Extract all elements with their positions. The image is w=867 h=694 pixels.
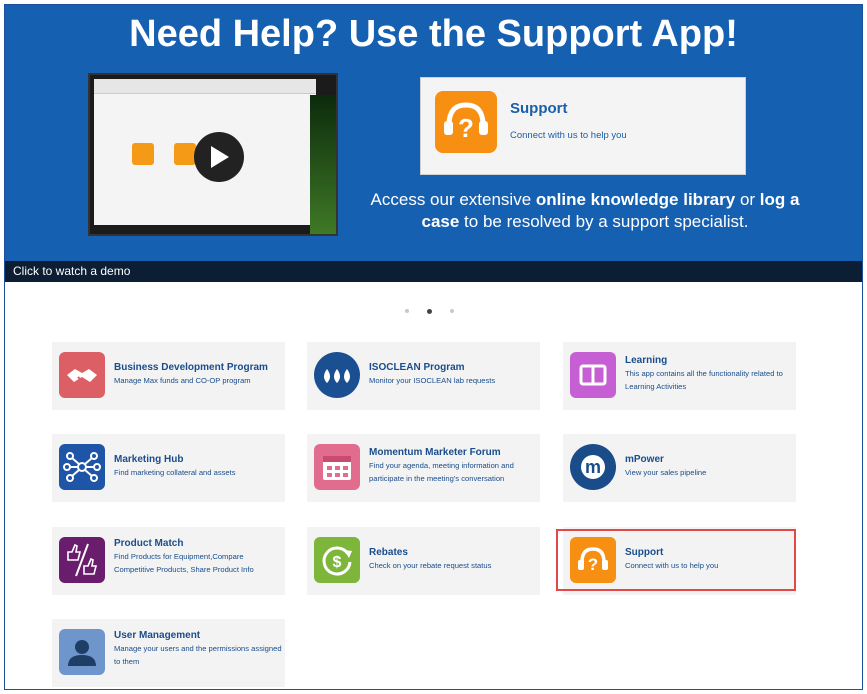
carousel-dots (405, 309, 454, 314)
svg-text:m: m (585, 457, 601, 477)
video-mini-tile (174, 143, 196, 165)
svg-text:?: ? (458, 113, 474, 143)
app-tile-marketing-hub[interactable]: Marketing Hub Find marketing collateral … (52, 434, 285, 502)
thumbs-compare-icon (59, 537, 105, 583)
app-tile-description: Find Products for Equipment,Compare Comp… (114, 552, 254, 574)
app-tile-momentum-forum[interactable]: Momentum Marketer Forum Find your agenda… (307, 434, 540, 502)
mpower-logo-icon: m (570, 444, 616, 490)
svg-text:$: $ (333, 554, 342, 571)
app-tile-description: View your sales pipeline (625, 468, 707, 477)
app-tile-title: ISOCLEAN Program (369, 362, 465, 373)
app-tile-description: This app contains all the functionality … (625, 369, 783, 391)
banner-text-part: or (735, 190, 760, 209)
app-tile-title: Momentum Marketer Forum (369, 447, 501, 458)
video-caption[interactable]: Click to watch a demo (5, 261, 862, 282)
knowledge-library-link: online knowledge library (535, 190, 736, 209)
app-tile-isoclean[interactable]: ISOCLEAN Program Monitor your ISOCLEAN l… (307, 342, 540, 410)
app-tile-product-match[interactable]: Product Match Find Products for Equipmen… (52, 527, 285, 595)
support-card[interactable]: ? Support Connect with us to help you (420, 77, 746, 175)
carousel-dot-active[interactable] (427, 309, 432, 314)
user-icon (59, 629, 105, 675)
app-tile-title: Marketing Hub (114, 454, 184, 465)
banner-text-part: Access our extensive (370, 190, 536, 209)
app-tile-description: Find your agenda, meeting information an… (369, 461, 514, 483)
app-tile-learning[interactable]: Learning This app contains all the funct… (563, 342, 796, 410)
app-tile-mpower[interactable]: m mPower View your sales pipeline (563, 434, 796, 502)
support-tile-highlight (556, 529, 796, 591)
carousel-dot[interactable] (405, 309, 409, 313)
demo-video[interactable] (88, 73, 338, 236)
book-icon (570, 352, 616, 398)
app-tile-description: Monitor your ISOCLEAN lab requests (369, 376, 496, 385)
app-tile-title: User Management (114, 630, 201, 641)
video-background-strip (310, 95, 336, 234)
banner-description: Access our extensive online knowledge li… (360, 189, 810, 233)
app-tile-business-development[interactable]: Business Development Program Manage Max … (52, 342, 285, 410)
support-banner: Need Help? Use the Support App! ? Suppor… (5, 5, 862, 261)
network-icon (59, 444, 105, 490)
banner-title: Need Help? Use the Support App! (129, 13, 738, 55)
app-tile-title: Rebates (369, 547, 408, 558)
water-drops-icon (314, 352, 360, 398)
app-tile-user-management[interactable]: User Management Manage your users and th… (52, 619, 285, 687)
carousel-dot[interactable] (450, 309, 454, 313)
handshake-icon (59, 352, 105, 398)
app-tile-description: Manage Max funds and CO-OP program (114, 376, 251, 385)
video-browser-bar (94, 79, 316, 94)
headset-question-icon: ? (435, 91, 497, 153)
video-mini-tile (132, 143, 154, 165)
app-tile-description: Check on your rebate request status (369, 561, 492, 570)
calendar-icon (314, 444, 360, 490)
app-tile-description: Manage your users and the permissions as… (114, 644, 282, 666)
app-tile-rebates[interactable]: $ Rebates Check on your rebate request s… (307, 527, 540, 595)
app-tile-title: Business Development Program (114, 362, 268, 373)
support-card-description: Connect with us to help you (510, 130, 627, 141)
app-tile-title: Learning (625, 355, 668, 366)
app-tile-title: Product Match (114, 538, 184, 549)
banner-text-part: to be resolved by a support specialist. (459, 212, 749, 231)
app-tile-description: Find marketing collateral and assets (114, 468, 236, 477)
support-card-title: Support (510, 100, 568, 117)
play-icon[interactable] (194, 132, 244, 182)
dollar-refresh-icon: $ (314, 537, 360, 583)
app-tile-title: mPower (625, 454, 664, 465)
